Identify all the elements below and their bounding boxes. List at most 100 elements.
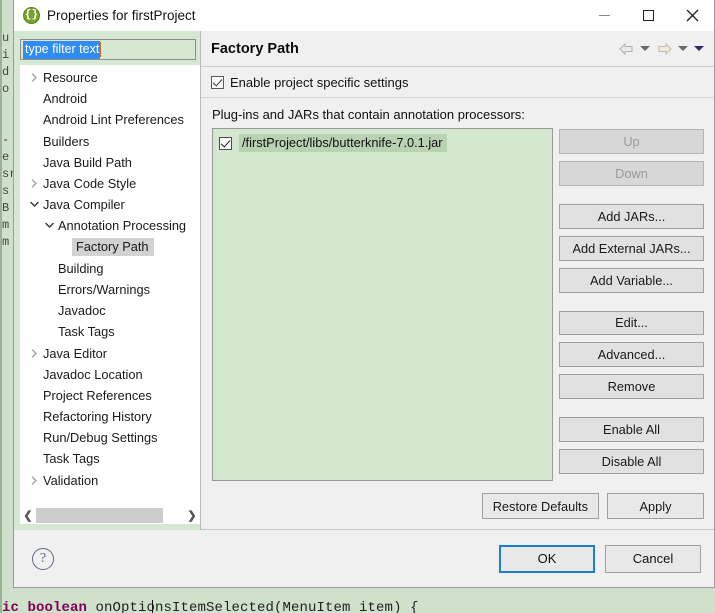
sidebar-item-label: Building xyxy=(58,260,104,276)
sidebar-item-android[interactable]: Android xyxy=(20,88,200,109)
jar-action-buttons: Up Down Add JARs... Add External JARs... Add… xyxy=(559,128,704,481)
add-variable-button[interactable]: Add Variable... xyxy=(559,267,704,293)
sidebar-item-android-lint-preferences[interactable]: Android Lint Preferences xyxy=(20,109,200,130)
chevron-down-icon xyxy=(678,46,688,51)
edit-button[interactable]: Edit... xyxy=(559,310,704,336)
list-item[interactable]: /firstProject/libs/butterknife-7.0.1.jar xyxy=(216,133,549,153)
page-navigation xyxy=(616,39,706,59)
sidebar-item-factory-path[interactable]: Factory Path xyxy=(20,237,200,258)
sidebar-item-run-debug-settings[interactable]: Run/Debug Settings xyxy=(20,427,200,448)
sidebar-item-label: Validation xyxy=(43,472,99,488)
sidebar-item-resource[interactable]: Resource xyxy=(20,67,200,88)
sidebar-item-label: Annotation Processing xyxy=(58,218,187,234)
sidebar-item-building[interactable]: Building xyxy=(20,258,200,279)
sidebar-item-label: Refactoring History xyxy=(43,409,152,425)
sidebar-item-javadoc[interactable]: Javadoc xyxy=(20,300,200,321)
chevron-right-icon[interactable] xyxy=(26,348,42,358)
back-button[interactable] xyxy=(616,39,636,59)
chevron-right-icon[interactable] xyxy=(26,475,42,485)
sidebar-item-label: Task Tags xyxy=(43,451,100,467)
sidebar-item-label: Java Build Path xyxy=(43,154,132,170)
sidebar-item-java-editor[interactable]: Java Editor xyxy=(20,342,200,363)
close-button[interactable] xyxy=(670,0,714,31)
disable-all-button[interactable]: Disable All xyxy=(559,449,704,475)
sidebar-item-refactoring-history[interactable]: Refactoring History xyxy=(20,406,200,427)
sidebar-item-project-references[interactable]: Project References xyxy=(20,385,200,406)
jar-list[interactable]: /firstProject/libs/butterknife-7.0.1.jar xyxy=(212,128,553,481)
dialog-button-bar: ? OK Cancel xyxy=(14,530,714,587)
maximize-icon xyxy=(642,9,654,21)
settings-tree[interactable]: Resource Android Android Lint Preferences B… xyxy=(20,65,200,507)
sidebar-item-javadoc-location[interactable]: Javadoc Location xyxy=(20,364,200,385)
sidebar-item-label: Resource xyxy=(43,70,98,86)
sidebar-item-validation[interactable]: Validation xyxy=(20,470,200,491)
add-external-jars-button[interactable]: Add External JARs... xyxy=(559,235,704,261)
cancel-button[interactable]: Cancel xyxy=(605,544,701,573)
page-header: Factory Path xyxy=(201,31,714,67)
ok-button[interactable]: OK xyxy=(499,544,595,573)
settings-tree-panel: type filter text Resource Android Android … xyxy=(14,31,201,530)
braces-icon: {} xyxy=(23,6,40,24)
chevron-down-icon xyxy=(694,46,704,51)
arrow-left-icon xyxy=(618,42,632,55)
enable-project-specific-checkbox[interactable] xyxy=(211,76,224,89)
background-code-bottom-line: ic boolean onOptionsItemSelected(MenuIte… xyxy=(2,600,419,613)
dialog-titlebar: {} Properties for firstProject xyxy=(14,0,714,31)
factory-path-main-area: /firstProject/libs/butterknife-7.0.1.jar… xyxy=(201,128,714,481)
arrow-right-icon xyxy=(658,42,672,55)
question-mark-icon[interactable]: ? xyxy=(32,547,54,570)
page-footer-buttons: Restore Defaults Apply xyxy=(201,481,714,530)
background-code-method: onOptionsItemSelected(MenuItem item) { xyxy=(95,600,419,613)
scroll-right-icon[interactable]: ❯ xyxy=(184,508,200,523)
sidebar-item-java-compiler[interactable]: Java Compiler xyxy=(20,194,200,215)
forward-button[interactable] xyxy=(654,39,674,59)
sidebar-item-task-tags[interactable]: Task Tags xyxy=(20,321,200,342)
settings-page: Factory Path Enable project specific set… xyxy=(201,31,714,530)
chevron-right-icon[interactable] xyxy=(26,179,42,188)
remove-button[interactable]: Remove xyxy=(559,374,704,400)
apply-button[interactable]: Apply xyxy=(607,493,704,519)
tree-horizontal-scrollbar[interactable]: ❮ ❯ xyxy=(20,507,200,524)
scrollbar-thumb[interactable] xyxy=(36,508,164,523)
dialog-title: Properties for firstProject xyxy=(47,7,196,23)
view-menu-button[interactable] xyxy=(692,39,706,59)
jar-path-label: /firstProject/libs/butterknife-7.0.1.jar xyxy=(239,134,447,152)
page-title: Factory Path xyxy=(211,40,299,57)
sidebar-item-label: Java Code Style xyxy=(43,176,137,192)
sidebar-item-builders[interactable]: Builders xyxy=(20,131,200,152)
sidebar-item-label: Android Lint Preferences xyxy=(43,112,184,128)
minimize-icon xyxy=(598,14,610,16)
enable-project-specific-label: Enable project specific settings xyxy=(230,75,409,90)
background-code-keyword: ic boolean xyxy=(2,600,96,613)
forward-history-dropdown[interactable] xyxy=(676,39,690,59)
chevron-right-icon[interactable] xyxy=(26,73,42,82)
filter-input[interactable]: type filter text xyxy=(20,39,196,60)
properties-dialog: {} Properties for firstProject type filt… xyxy=(13,0,715,588)
sidebar-item-label: Factory Path xyxy=(72,238,154,257)
add-jars-button[interactable]: Add JARs... xyxy=(559,203,704,229)
enable-all-button[interactable]: Enable All xyxy=(559,417,704,443)
scroll-left-icon[interactable]: ❮ xyxy=(20,508,36,523)
sidebar-item-label: Run/Debug Settings xyxy=(43,430,158,446)
sidebar-item-java-build-path[interactable]: Java Build Path xyxy=(20,152,200,173)
chevron-down-icon[interactable] xyxy=(26,200,42,209)
sidebar-item-errors-warnings[interactable]: Errors/Warnings xyxy=(20,279,200,300)
sidebar-item-task-tags[interactable]: Task Tags xyxy=(20,448,200,469)
sidebar-item-annotation-processing[interactable]: Annotation Processing xyxy=(20,215,200,236)
restore-defaults-button[interactable]: Restore Defaults xyxy=(481,493,599,519)
sidebar-item-label: Java Editor xyxy=(43,345,108,361)
jar-enabled-checkbox[interactable] xyxy=(219,136,232,150)
advanced-button[interactable]: Advanced... xyxy=(559,342,704,368)
up-button: Up xyxy=(559,129,704,154)
minimize-button[interactable] xyxy=(582,0,626,31)
text-caret xyxy=(152,600,153,613)
sidebar-item-label: Android xyxy=(43,91,88,107)
sidebar-item-java-code-style[interactable]: Java Code Style xyxy=(20,173,200,194)
down-button: Down xyxy=(559,160,704,186)
maximize-button[interactable] xyxy=(626,0,670,31)
chevron-down-icon[interactable] xyxy=(41,221,57,230)
enable-project-specific-settings[interactable]: Enable project specific settings xyxy=(201,67,714,98)
scrollbar-track[interactable] xyxy=(36,508,184,523)
back-history-dropdown[interactable] xyxy=(638,39,652,59)
sidebar-item-label: Javadoc Location xyxy=(43,366,143,382)
